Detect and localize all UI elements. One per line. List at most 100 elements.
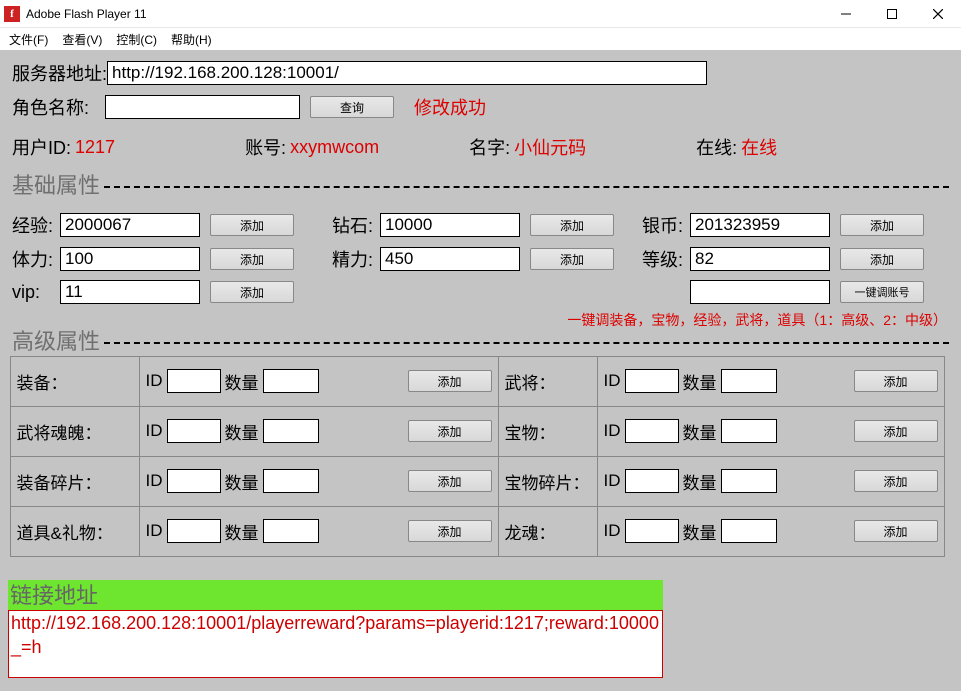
adv-qty-label: 数量 xyxy=(225,419,259,444)
adv-treasure-frag-id-input[interactable] xyxy=(625,469,679,493)
vip-add-button[interactable]: 添加 xyxy=(210,281,294,303)
stamina-label: 体力: xyxy=(12,246,60,272)
adv-soul-add-button[interactable]: 添加 xyxy=(408,420,492,442)
adv-dragon-soul-add-button[interactable]: 添加 xyxy=(854,520,938,542)
adv-item-gift-qty-input[interactable] xyxy=(263,519,319,543)
menu-view[interactable]: 查看(V) xyxy=(55,29,109,50)
section-basic-header: 基础属性 xyxy=(0,168,961,200)
energy-input[interactable] xyxy=(380,247,520,271)
adv-item-gift-add-button[interactable]: 添加 xyxy=(408,520,492,542)
adv-equip-id-input[interactable] xyxy=(167,369,221,393)
adv-equip-label: 装备： xyxy=(10,356,140,407)
adv-treasure-qty-input[interactable] xyxy=(721,419,777,443)
adv-id-label: ID xyxy=(604,521,621,541)
level-add-button[interactable]: 添加 xyxy=(840,248,924,270)
adv-qty-label: 数量 xyxy=(683,419,717,444)
adv-id-label: ID xyxy=(604,471,621,491)
adv-general-add-button[interactable]: 添加 xyxy=(854,370,938,392)
adv-id-label: ID xyxy=(604,421,621,441)
section-advanced-title: 高级属性 xyxy=(12,324,100,356)
role-name-input[interactable] xyxy=(105,95,300,119)
user-id-label: 用户ID: xyxy=(12,134,71,160)
dash-line xyxy=(104,186,949,188)
diamond-input[interactable] xyxy=(380,213,520,237)
silver-input[interactable] xyxy=(690,213,830,237)
adv-treasure-frag-qty-input[interactable] xyxy=(721,469,777,493)
menu-file[interactable]: 文件(F) xyxy=(2,29,55,50)
dash-line xyxy=(104,342,949,344)
silver-add-button[interactable]: 添加 xyxy=(840,214,924,236)
adv-general-label: 武将： xyxy=(498,356,598,407)
diamond-add-button[interactable]: 添加 xyxy=(530,214,614,236)
adv-general-qty-input[interactable] xyxy=(721,369,777,393)
vip-label: vip: xyxy=(12,282,60,303)
vip-input[interactable] xyxy=(60,280,200,304)
adv-dragon-soul-id-input[interactable] xyxy=(625,519,679,543)
query-button[interactable]: 查询 xyxy=(310,96,394,118)
adv-equip-qty-input[interactable] xyxy=(263,369,319,393)
adv-dragon-soul-qty-input[interactable] xyxy=(721,519,777,543)
adv-treasure-id-input[interactable] xyxy=(625,419,679,443)
energy-label: 精力: xyxy=(332,246,380,272)
app-area: 服务器地址: 角色名称: 查询 修改成功 用户ID: 1217 账号: xxym… xyxy=(0,50,961,691)
adv-equip-frag-qty-input[interactable] xyxy=(263,469,319,493)
name-label: 名字: xyxy=(469,134,510,160)
account-label: 账号: xyxy=(245,134,286,160)
adv-qty-label: 数量 xyxy=(225,469,259,494)
section-basic-title: 基础属性 xyxy=(12,168,100,200)
online-value: 在线 xyxy=(741,134,777,160)
user-id-value: 1217 xyxy=(75,137,115,158)
adv-qty-label: 数量 xyxy=(683,469,717,494)
adv-id-label: ID xyxy=(604,371,621,391)
adv-qty-label: 数量 xyxy=(225,519,259,544)
adv-item-gift-id-input[interactable] xyxy=(167,519,221,543)
stamina-add-button[interactable]: 添加 xyxy=(210,248,294,270)
diamond-label: 钻石: xyxy=(332,212,380,238)
adv-treasure-frag-add-button[interactable]: 添加 xyxy=(854,470,938,492)
oneclick-note: 一键调装备，宝物，经验，武将，道具（1：高级、2：中级） xyxy=(567,312,947,328)
link-url-text: http://192.168.200.128:10001/playerrewar… xyxy=(8,610,663,678)
minimize-button[interactable] xyxy=(823,0,869,28)
adv-soul-label: 武将魂魄： xyxy=(10,406,140,457)
adv-id-label: ID xyxy=(146,421,163,441)
level-label: 等级: xyxy=(642,246,690,272)
server-label: 服务器地址: xyxy=(12,60,107,86)
exp-input[interactable] xyxy=(60,213,200,237)
silver-label: 银币: xyxy=(642,212,690,238)
adv-qty-label: 数量 xyxy=(683,369,717,394)
status-message: 修改成功 xyxy=(414,94,486,120)
menubar: 文件(F) 查看(V) 控制(C) 帮助(H) xyxy=(0,28,961,50)
adv-equip-frag-label: 装备碎片： xyxy=(10,456,140,507)
link-section: 链接地址 http://192.168.200.128:10001/player… xyxy=(8,580,953,678)
adv-equip-frag-id-input[interactable] xyxy=(167,469,221,493)
adv-qty-label: 数量 xyxy=(683,519,717,544)
oneclick-button[interactable]: 一键调账号 xyxy=(840,281,924,303)
oneclick-input[interactable] xyxy=(690,280,830,304)
name-value: 小仙元码 xyxy=(514,134,586,160)
adv-qty-label: 数量 xyxy=(225,369,259,394)
flash-icon: f xyxy=(4,6,20,22)
energy-add-button[interactable]: 添加 xyxy=(530,248,614,270)
adv-soul-qty-input[interactable] xyxy=(263,419,319,443)
adv-dragon-soul-label: 龙魂： xyxy=(498,506,598,557)
exp-label: 经验: xyxy=(12,212,60,238)
level-input[interactable] xyxy=(690,247,830,271)
adv-equip-add-button[interactable]: 添加 xyxy=(408,370,492,392)
server-url-input[interactable] xyxy=(107,61,707,85)
menu-control[interactable]: 控制(C) xyxy=(109,29,164,50)
adv-treasure-add-button[interactable]: 添加 xyxy=(854,420,938,442)
exp-add-button[interactable]: 添加 xyxy=(210,214,294,236)
adv-equip-frag-add-button[interactable]: 添加 xyxy=(408,470,492,492)
window-title: Adobe Flash Player 11 xyxy=(26,7,147,21)
account-value: xxymwcom xyxy=(290,137,379,158)
menu-help[interactable]: 帮助(H) xyxy=(164,29,219,50)
close-button[interactable] xyxy=(915,0,961,28)
titlebar: f Adobe Flash Player 11 xyxy=(0,0,961,28)
adv-general-id-input[interactable] xyxy=(625,369,679,393)
adv-treasure-label: 宝物： xyxy=(498,406,598,457)
role-label: 角色名称: xyxy=(12,94,89,120)
stamina-input[interactable] xyxy=(60,247,200,271)
adv-soul-id-input[interactable] xyxy=(167,419,221,443)
maximize-button[interactable] xyxy=(869,0,915,28)
adv-item-gift-label: 道具&礼物： xyxy=(10,506,140,557)
